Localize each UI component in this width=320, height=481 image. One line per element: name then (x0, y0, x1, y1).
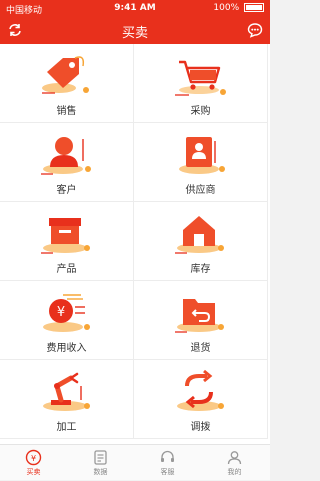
menu-item-return[interactable]: 退货 (134, 281, 268, 360)
tab-data[interactable]: 数据 (67, 445, 134, 481)
robot-arm-icon (43, 372, 90, 411)
yen-coin-icon: ¥ (43, 294, 90, 332)
tab-service[interactable]: 客服 (134, 445, 201, 481)
menu-label: 采购 (190, 106, 211, 117)
tab-label: 我的 (227, 468, 242, 476)
data-icon (94, 450, 107, 465)
battery-percent: 100% (213, 3, 240, 13)
menu-item-product[interactable]: 产品 (0, 202, 134, 281)
battery-indicator: 100% (213, 3, 264, 13)
status-bar: 中国移动 9:41 AM 100% (0, 0, 270, 16)
menu-label: 费用收入 (46, 343, 87, 354)
return-icon (175, 299, 224, 333)
function-grid: 销售 采购 客户 供应商 产品 库存 ¥ 费用收入 退货 加工 调拨 (0, 44, 270, 444)
menu-label: 销售 (56, 106, 77, 117)
supplier-icon (179, 137, 225, 174)
menu-label: 库存 (190, 264, 211, 275)
svg-text:¥: ¥ (57, 305, 65, 320)
menu-item-customer[interactable]: 客户 (0, 123, 134, 202)
tab-trade[interactable]: ¥ 买卖 (0, 445, 67, 481)
menu-label: 退货 (190, 343, 211, 354)
menu-item-transfer[interactable]: 调拨 (134, 360, 268, 439)
message-icon[interactable] (247, 22, 263, 38)
tag-icon (42, 56, 89, 94)
page-title: 买卖 (121, 26, 148, 41)
tab-label: 买卖 (26, 468, 41, 476)
svg-text:¥: ¥ (31, 454, 36, 463)
cart-icon (175, 60, 226, 96)
trade-icon: ¥ (25, 449, 42, 466)
tab-profile[interactable]: 我的 (201, 445, 268, 481)
profile-icon (227, 451, 242, 465)
nav-bar: 买卖 (0, 16, 270, 44)
warehouse-icon (175, 216, 224, 254)
menu-label: 产品 (56, 264, 77, 275)
tab-label: 客服 (160, 468, 175, 476)
box-icon (41, 218, 90, 254)
menu-item-purchase[interactable]: 采购 (134, 44, 268, 123)
user-icon (41, 137, 91, 175)
menu-label: 调拨 (190, 422, 211, 433)
battery-icon (244, 3, 264, 12)
menu-item-supplier[interactable]: 供应商 (134, 123, 268, 202)
menu-item-sales[interactable]: 销售 (0, 44, 134, 123)
service-icon (161, 450, 174, 462)
menu-label: 供应商 (185, 185, 216, 196)
tab-label: 数据 (93, 468, 108, 476)
menu-label: 加工 (56, 422, 77, 433)
tab-bar: ¥ 买卖 数据 客服 我的 (0, 444, 270, 480)
menu-label: 客户 (56, 185, 77, 196)
menu-item-expense-income[interactable]: ¥ 费用收入 (0, 281, 134, 360)
menu-item-inventory[interactable]: 库存 (134, 202, 268, 281)
menu-item-processing[interactable]: 加工 (0, 360, 134, 439)
transfer-icon (177, 369, 224, 411)
